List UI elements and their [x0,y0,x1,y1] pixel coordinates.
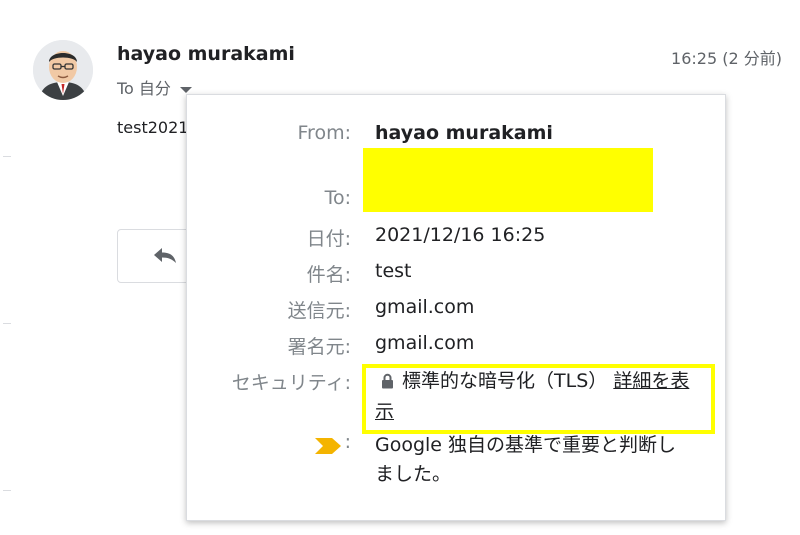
message-body: test2021 [117,118,189,137]
importance-marker-icon [315,438,341,454]
sender-name[interactable]: hayao murakami [117,43,295,65]
chevron-down-icon [179,86,192,93]
importance-colon: : [344,431,351,453]
recipient-details-toggle[interactable]: To 自分 [117,75,192,99]
subject-row: 件名: test [187,260,725,290]
signed-by-label: 署名元: [287,336,351,358]
to-label: To: [324,187,351,209]
edge-mark [3,156,11,157]
date-value: 2021/12/16 16:25 [375,224,546,246]
mailed-by-row: 送信元: gmail.com [187,296,725,326]
message-details-popup: From: hayao murakami To: 日付: 2021/12/16 … [186,94,726,521]
message-timestamp: 16:25 (2 分前) [671,49,782,68]
from-label: From: [297,122,351,144]
importance-reason: Google 独自の基準で重要と判断しました。 [375,434,677,485]
mailed-by-value: gmail.com [375,296,475,318]
from-value: hayao murakami [375,122,553,144]
mailed-by-label: 送信元: [287,300,351,322]
subject-label: 件名: [306,264,351,286]
security-value: 標準的な暗号化（TLS） 詳細を表示 [375,367,695,427]
date-row: 日付: 2021/12/16 16:25 [187,224,725,254]
signed-by-value: gmail.com [375,332,475,354]
reply-icon [154,248,176,263]
avatar-caricature [33,40,93,100]
security-text: 標準的な暗号化（TLS） [402,370,608,392]
date-label: 日付: [306,228,351,250]
to-row: To: [187,187,725,217]
edge-mark [3,323,11,324]
signed-by-row: 署名元: gmail.com [187,332,725,362]
recipient-summary: To 自分 [117,79,171,98]
email-view: hayao murakami To 自分 16:25 (2 分前) test20… [0,0,800,535]
sender-avatar[interactable] [33,40,93,100]
subject-value: test [375,260,412,282]
security-label: セキュリティ: [231,372,351,394]
edge-mark [3,490,11,491]
lock-icon [381,369,394,398]
